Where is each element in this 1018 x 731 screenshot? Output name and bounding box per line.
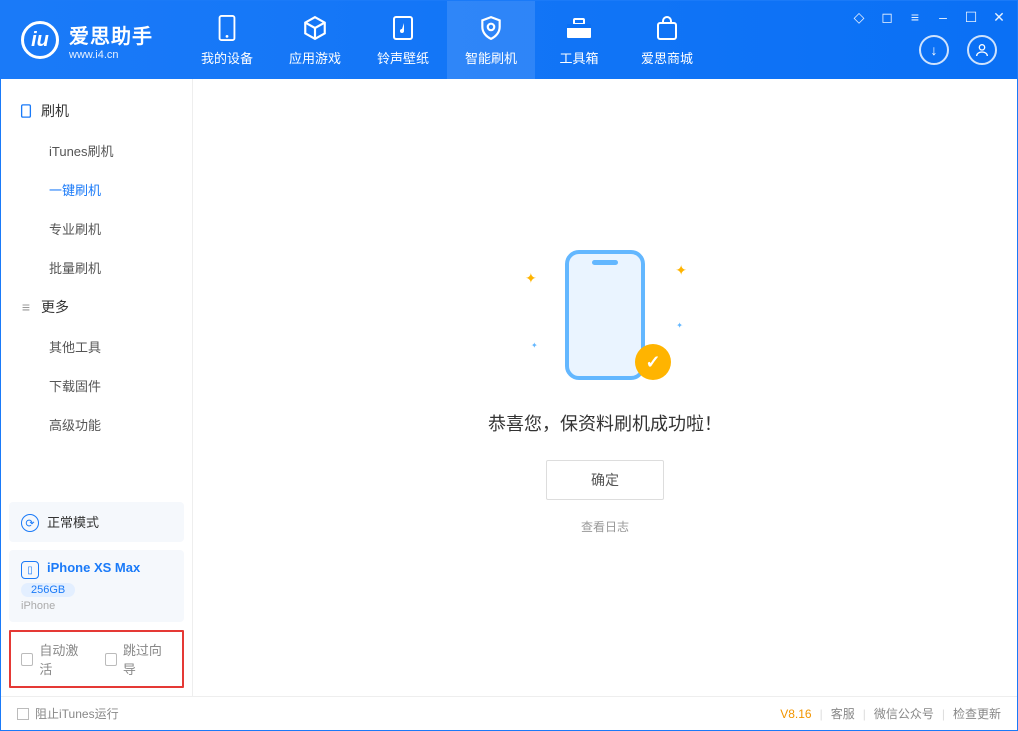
sidebar: 刷机 iTunes刷机一键刷机专业刷机批量刷机 ≡ 更多 其他工具下载固件高级功… bbox=[1, 79, 193, 696]
music-icon bbox=[389, 14, 417, 42]
sidebar-item-flash-0[interactable]: iTunes刷机 bbox=[1, 131, 192, 170]
device-card[interactable]: ▯ iPhone XS Max 256GB iPhone bbox=[9, 550, 184, 622]
stop-itunes-label: 阻止iTunes运行 bbox=[35, 705, 119, 722]
main-tabs: 我的设备 应用游戏 铃声壁纸 智能刷机 工具箱 爱思商城 bbox=[183, 1, 711, 79]
spark-icon: ✦ bbox=[675, 262, 687, 279]
statusbar-right: V8.16 | 客服 | 微信公众号 | 检查更新 bbox=[780, 705, 1001, 722]
checkbox-box bbox=[21, 653, 33, 666]
titlebar: iu 爱思助手 www.i4.cn 我的设备 应用游戏 铃声壁纸 智能刷机 工具箱 爱思商… bbox=[1, 1, 1017, 79]
feedback-icon[interactable]: ◻ bbox=[879, 9, 895, 26]
tab-device[interactable]: 我的设备 bbox=[183, 1, 271, 79]
phone-illustration bbox=[565, 250, 645, 380]
main-content: ✓ ✦ ✦ ✦ ✦ 恭喜您，保资料刷机成功啦！ 确定 查看日志 bbox=[193, 79, 1017, 696]
toolbox-icon bbox=[565, 14, 593, 42]
sidebar-group-flash[interactable]: 刷机 bbox=[1, 91, 192, 131]
mode-label: 正常模式 bbox=[47, 515, 99, 530]
user-icon[interactable] bbox=[967, 35, 997, 65]
success-check-icon: ✓ bbox=[635, 344, 671, 380]
tab-bag[interactable]: 爱思商城 bbox=[623, 1, 711, 79]
logo-text: 爱思助手 www.i4.cn bbox=[69, 20, 153, 61]
mode-card[interactable]: ⟳ 正常模式 bbox=[9, 502, 184, 543]
sidebar-item-more-0[interactable]: 其他工具 bbox=[1, 327, 192, 366]
sidebar-item-flash-1[interactable]: 一键刷机 bbox=[1, 170, 192, 209]
app-window: iu 爱思助手 www.i4.cn 我的设备 应用游戏 铃声壁纸 智能刷机 工具箱 爱思商… bbox=[0, 0, 1018, 731]
auto-activate-label: 自动激活 bbox=[39, 640, 88, 678]
minimize-icon[interactable]: – bbox=[935, 9, 951, 26]
wechat-link[interactable]: 微信公众号 bbox=[874, 705, 934, 722]
tab-cube[interactable]: 应用游戏 bbox=[271, 1, 359, 79]
checkbox-box bbox=[105, 653, 117, 666]
close-icon[interactable]: ✕ bbox=[991, 9, 1007, 26]
sidebar-item-flash-2[interactable]: 专业刷机 bbox=[1, 209, 192, 248]
view-log-link[interactable]: 查看日志 bbox=[581, 518, 629, 535]
device-icon bbox=[213, 14, 241, 42]
sidebar-item-flash-3[interactable]: 批量刷机 bbox=[1, 248, 192, 287]
success-illustration: ✓ ✦ ✦ ✦ ✦ bbox=[545, 240, 665, 390]
device-icon: ▯ bbox=[21, 561, 39, 579]
auto-activate-checkbox[interactable]: 自动激活 bbox=[21, 640, 89, 678]
tab-label: 铃声壁纸 bbox=[377, 48, 429, 67]
sidebar-group-more[interactable]: ≡ 更多 bbox=[1, 287, 192, 327]
version-label: V8.16 bbox=[780, 707, 811, 721]
device-capacity: 256GB bbox=[21, 583, 75, 597]
brand-name: 爱思助手 bbox=[69, 20, 153, 49]
sidebar-group-flash-label: 刷机 bbox=[41, 101, 69, 121]
header-right-icons: ↓ bbox=[919, 35, 997, 65]
list-icon: ≡ bbox=[19, 300, 33, 314]
customer-service-link[interactable]: 客服 bbox=[831, 705, 855, 722]
tab-label: 我的设备 bbox=[201, 48, 253, 67]
tab-music[interactable]: 铃声壁纸 bbox=[359, 1, 447, 79]
window-controls: ◇ ◻ ≡ – ☐ ✕ bbox=[851, 9, 1007, 26]
logo-block: iu 爱思助手 www.i4.cn bbox=[1, 1, 173, 79]
theme-icon[interactable]: ◇ bbox=[851, 9, 867, 26]
bag-icon bbox=[653, 14, 681, 42]
mode-icon: ⟳ bbox=[21, 514, 39, 532]
sidebar-bottom: ⟳ 正常模式 ▯ iPhone XS Max 256GB iPhone 自动激活 跳… bbox=[1, 494, 192, 697]
success-message: 恭喜您，保资料刷机成功啦！ bbox=[488, 410, 722, 436]
check-update-link[interactable]: 检查更新 bbox=[953, 705, 1001, 722]
sidebar-item-more-1[interactable]: 下载固件 bbox=[1, 366, 192, 405]
spark-icon: ✦ bbox=[676, 321, 683, 330]
tab-toolbox[interactable]: 工具箱 bbox=[535, 1, 623, 79]
statusbar: 阻止iTunes运行 V8.16 | 客服 | 微信公众号 | 检查更新 bbox=[1, 696, 1017, 730]
tab-label: 应用游戏 bbox=[289, 48, 341, 67]
tab-label: 智能刷机 bbox=[465, 48, 517, 67]
shield-icon bbox=[477, 14, 505, 42]
tab-shield[interactable]: 智能刷机 bbox=[447, 1, 535, 79]
device-type: iPhone bbox=[21, 600, 55, 612]
sidebar-group-more-label: 更多 bbox=[41, 297, 69, 317]
brand-url: www.i4.cn bbox=[69, 49, 153, 61]
tab-label: 工具箱 bbox=[559, 48, 598, 67]
spark-icon: ✦ bbox=[525, 270, 537, 287]
cube-icon bbox=[301, 14, 329, 42]
phone-icon bbox=[19, 104, 33, 118]
tab-label: 爱思商城 bbox=[641, 48, 693, 67]
skip-guide-checkbox[interactable]: 跳过向导 bbox=[105, 640, 173, 678]
sidebar-item-more-2[interactable]: 高级功能 bbox=[1, 405, 192, 444]
ok-button[interactable]: 确定 bbox=[546, 460, 664, 500]
skip-guide-label: 跳过向导 bbox=[123, 640, 172, 678]
logo-icon: iu bbox=[21, 21, 59, 59]
spark-icon: ✦ bbox=[531, 341, 538, 350]
download-icon[interactable]: ↓ bbox=[919, 35, 949, 65]
stop-itunes-checkbox[interactable]: 阻止iTunes运行 bbox=[17, 705, 119, 722]
body: 刷机 iTunes刷机一键刷机专业刷机批量刷机 ≡ 更多 其他工具下载固件高级功… bbox=[1, 79, 1017, 696]
highlighted-checkbox-row: 自动激活 跳过向导 bbox=[9, 630, 184, 688]
checkbox-box bbox=[17, 708, 29, 720]
maximize-icon[interactable]: ☐ bbox=[963, 9, 979, 26]
device-name: iPhone XS Max bbox=[47, 560, 140, 575]
sidebar-scroll: 刷机 iTunes刷机一键刷机专业刷机批量刷机 ≡ 更多 其他工具下载固件高级功… bbox=[1, 79, 192, 494]
menu-icon[interactable]: ≡ bbox=[907, 9, 923, 26]
